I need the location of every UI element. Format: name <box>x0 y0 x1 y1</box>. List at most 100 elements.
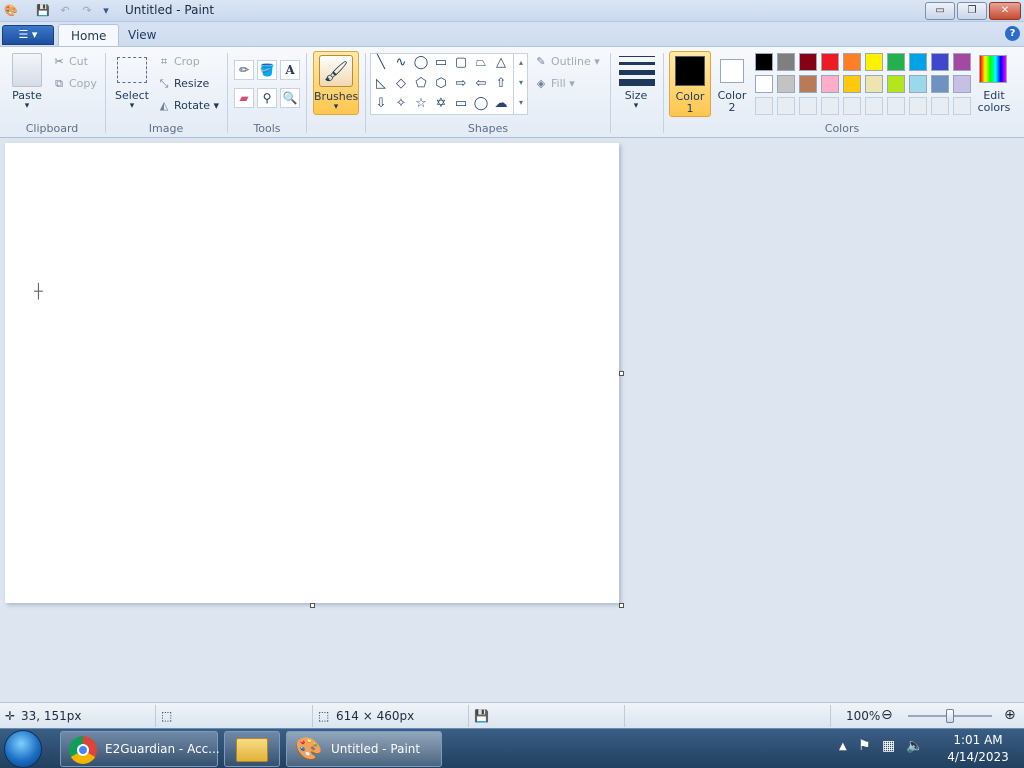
pentagon-shape-icon[interactable]: ⬠ <box>413 76 429 92</box>
brushes-button[interactable]: 🖌 Brushes ▾ <box>313 51 359 115</box>
canvas-resize-handle-corner[interactable] <box>619 603 624 608</box>
crop-button[interactable]: ⌗ Crop <box>157 55 200 69</box>
network-icon[interactable]: ▦ <box>882 738 895 754</box>
color1-button[interactable]: Color 1 <box>669 51 711 117</box>
resize-button[interactable]: ⤡ Resize <box>157 77 210 91</box>
edit-colors-label-2[interactable]: colors <box>972 101 1016 114</box>
custom-color-slot[interactable] <box>931 97 949 115</box>
redo-icon[interactable]: ↷ <box>79 3 95 19</box>
color-picker-icon[interactable]: ⚲ <box>257 88 277 108</box>
volume-icon[interactable]: 🔈 <box>906 738 923 754</box>
tab-home[interactable]: Home <box>58 24 120 46</box>
paint-menu-button[interactable]: ☰ ▾ <box>2 25 54 45</box>
start-button[interactable] <box>4 730 42 768</box>
customize-quick-access-icon[interactable]: ▾ <box>98 3 114 19</box>
zoom-slider-thumb[interactable] <box>946 709 954 723</box>
help-icon[interactable]: ? <box>1005 26 1020 41</box>
save-icon[interactable]: 💾 <box>35 3 51 19</box>
palette-color-swatch[interactable] <box>799 53 817 71</box>
right-triangle-shape-icon[interactable]: ◺ <box>373 76 389 92</box>
six-point-star-shape-icon[interactable]: ✡ <box>433 96 449 112</box>
palette-color-swatch[interactable] <box>865 53 883 71</box>
pencil-icon[interactable]: ✏ <box>234 60 254 80</box>
cloud-callout-shape-icon[interactable]: ☁ <box>493 96 509 112</box>
canvas-workspace[interactable]: ┼ <box>0 139 1024 702</box>
edit-colors-icon[interactable] <box>979 55 1007 83</box>
palette-color-swatch[interactable] <box>799 75 817 93</box>
custom-color-slot[interactable] <box>865 97 883 115</box>
palette-color-swatch[interactable] <box>865 75 883 93</box>
copy-button[interactable]: ⧉ Copy <box>52 77 97 91</box>
palette-color-swatch[interactable] <box>887 75 905 93</box>
palette-color-swatch[interactable] <box>931 53 949 71</box>
clock-date[interactable]: 4/14/2023 <box>938 750 1018 764</box>
clipboard-icon[interactable] <box>12 53 42 87</box>
palette-color-swatch[interactable] <box>909 53 927 71</box>
custom-color-slot[interactable] <box>777 97 795 115</box>
select-icon[interactable] <box>117 57 147 83</box>
canvas-resize-handle-right[interactable] <box>619 371 624 376</box>
rotate-button[interactable]: ◭ Rotate ▾ <box>157 99 219 112</box>
hexagon-shape-icon[interactable]: ⬡ <box>433 76 449 92</box>
shapes-scroll-buttons[interactable]: ▴ ▾ ▾ <box>513 53 528 115</box>
zoom-out-icon[interactable]: ⊖ <box>881 707 893 723</box>
line-shape-icon[interactable]: ╲ <box>373 55 389 71</box>
palette-color-swatch[interactable] <box>821 53 839 71</box>
custom-color-slot[interactable] <box>843 97 861 115</box>
right-arrow-shape-icon[interactable]: ⇨ <box>453 76 469 92</box>
palette-color-swatch[interactable] <box>953 53 971 71</box>
tab-view[interactable]: View <box>116 24 168 46</box>
eraser-icon[interactable]: ▰ <box>234 88 254 108</box>
custom-color-slot[interactable] <box>799 97 817 115</box>
close-button[interactable]: ✕ <box>989 2 1021 20</box>
canvas-resize-handle-bottom[interactable] <box>310 603 315 608</box>
custom-color-slot[interactable] <box>821 97 839 115</box>
palette-color-swatch[interactable] <box>843 53 861 71</box>
rounded-callout-shape-icon[interactable]: ▭ <box>453 96 469 112</box>
custom-color-slot[interactable] <box>953 97 971 115</box>
rectangle-shape-icon[interactable]: ▭ <box>433 55 449 71</box>
clock-time[interactable]: 1:01 AM <box>938 733 1018 747</box>
drawing-canvas[interactable]: ┼ <box>5 143 619 603</box>
palette-color-swatch[interactable] <box>887 53 905 71</box>
taskbar-item-paint[interactable]: 🎨 Untitled - Paint <box>286 731 442 767</box>
oval-callout-shape-icon[interactable]: ◯ <box>473 96 489 112</box>
custom-color-slot[interactable] <box>909 97 927 115</box>
palette-color-swatch[interactable] <box>755 75 773 93</box>
taskbar-item-chrome[interactable]: E2Guardian - Acc... <box>60 731 220 767</box>
minimize-button[interactable]: ▭ <box>925 2 955 20</box>
paint-app-icon[interactable]: 🎨 <box>3 3 19 19</box>
size-icon[interactable] <box>619 53 655 86</box>
custom-color-slot[interactable] <box>755 97 773 115</box>
select-dropdown-icon[interactable]: ▾ <box>112 101 152 111</box>
color2-button[interactable]: Color 2 <box>713 51 751 117</box>
up-arrow-shape-icon[interactable]: ⇧ <box>493 76 509 92</box>
polygon-shape-icon[interactable]: ⏢ <box>473 55 489 71</box>
zoom-in-icon[interactable]: ⊕ <box>1004 707 1016 723</box>
paste-dropdown-icon[interactable]: ▾ <box>8 101 46 111</box>
palette-color-swatch[interactable] <box>843 75 861 93</box>
text-tool-icon[interactable]: A <box>280 60 300 80</box>
restore-button[interactable]: ❐ <box>957 2 987 20</box>
action-center-icon[interactable]: ⚑ <box>858 738 871 754</box>
four-point-star-shape-icon[interactable]: ✧ <box>393 96 409 112</box>
taskbar-item-explorer[interactable] <box>224 731 280 767</box>
fill-button[interactable]: ◈ Fill ▾ <box>534 77 575 90</box>
palette-color-swatch[interactable] <box>755 53 773 71</box>
triangle-shape-icon[interactable]: △ <box>493 55 509 71</box>
left-arrow-shape-icon[interactable]: ⇦ <box>473 76 489 92</box>
show-hidden-icons-icon[interactable]: ▲ <box>839 741 847 752</box>
undo-icon[interactable]: ↶ <box>57 3 73 19</box>
rounded-rectangle-shape-icon[interactable]: ▢ <box>453 55 469 71</box>
custom-color-slot[interactable] <box>887 97 905 115</box>
oval-shape-icon[interactable]: ◯ <box>413 55 429 71</box>
curve-shape-icon[interactable]: ∿ <box>393 55 409 71</box>
fill-bucket-icon[interactable]: 🪣 <box>257 60 277 80</box>
outline-button[interactable]: ✎ Outline ▾ <box>534 55 599 68</box>
palette-color-swatch[interactable] <box>931 75 949 93</box>
palette-color-swatch[interactable] <box>909 75 927 93</box>
palette-color-swatch[interactable] <box>777 75 795 93</box>
palette-color-swatch[interactable] <box>777 53 795 71</box>
magnifier-icon[interactable]: 🔍 <box>280 88 300 108</box>
palette-color-swatch[interactable] <box>821 75 839 93</box>
